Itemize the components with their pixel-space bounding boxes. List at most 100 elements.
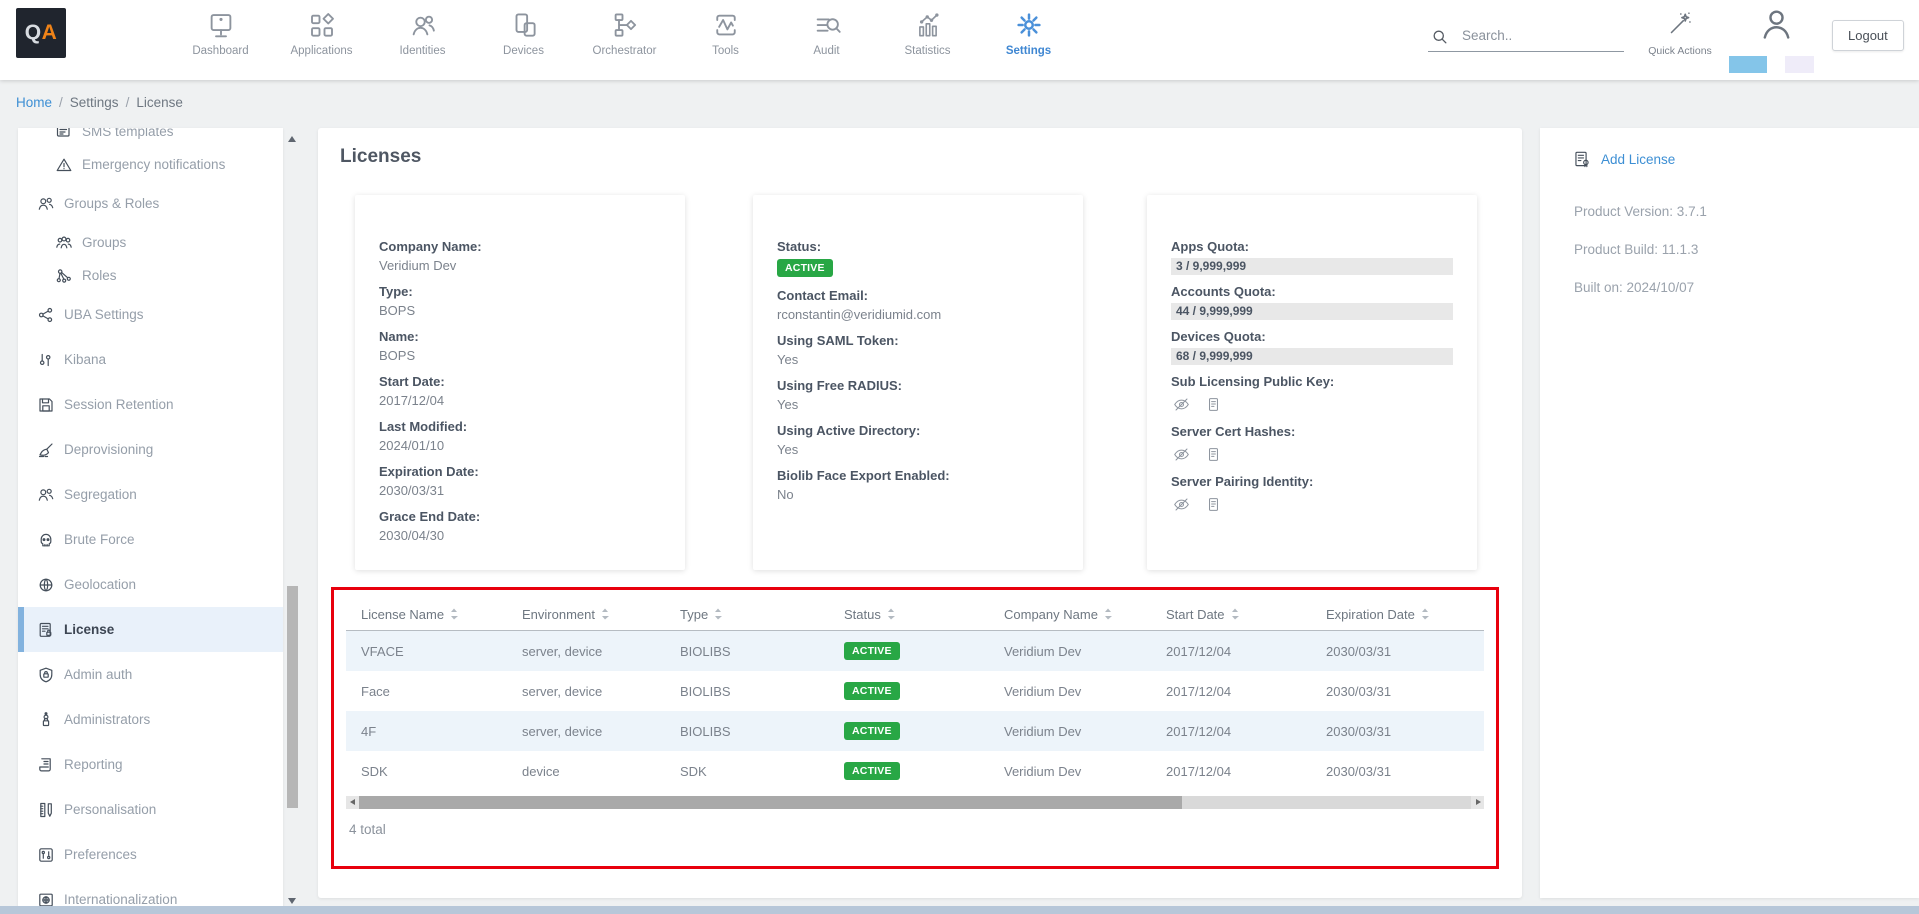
cell-environment: server, device [522,684,680,699]
column-header-environment[interactable]: Environment [522,607,680,622]
sidebar-scrollbar-thumb[interactable] [287,586,298,808]
reveal-eye-off-icon[interactable] [1173,446,1190,463]
user-color-chip-lavender[interactable] [1785,56,1814,73]
sidebar-item-uba-settings[interactable]: UBA Settings [18,292,283,337]
nav-item-tools[interactable]: Tools [675,7,776,73]
cell-company-name: Veridium Dev [1004,684,1166,699]
cell-license-name: SDK [361,764,522,779]
reveal-eye-off-icon[interactable] [1173,496,1190,513]
licenses-panel: Licenses Company Name:Veridium DevType:B… [318,128,1522,898]
column-header-company-name[interactable]: Company Name [1004,607,1166,622]
quota-bar: 68 / 9,999,999 [1171,348,1453,365]
field-using-active-directory: Using Active Directory:Yes [777,423,1059,457]
sort-arrows-icon [450,608,458,620]
table-row-sdk[interactable]: SDKdeviceSDKACTIVEVeridium Dev2017/12/04… [346,751,1484,791]
brand-logo[interactable]: QA [16,8,66,58]
field-apps-quota: Apps Quota:3 / 9,999,999 [1171,239,1453,275]
sidebar-item-admin-auth[interactable]: Admin auth [18,652,283,697]
sidebar-item-label: Deprovisioning [64,442,153,457]
copy-clipboard-icon[interactable] [1205,496,1222,513]
table-row-vface[interactable]: VFACEserver, deviceBIOLIBSACTIVEVeridium… [346,631,1484,671]
cell-type: BIOLIBS [680,684,844,699]
sidebar-item-session-retention[interactable]: Session Retention [18,382,283,427]
hscroll-left-arrow-icon[interactable] [346,796,359,809]
sidebar-item-administrators[interactable]: Administrators [18,697,283,742]
field-value: BOPS [379,303,661,318]
session-retention-icon [37,396,55,414]
copy-clipboard-icon[interactable] [1205,396,1222,413]
hscroll-track[interactable] [359,796,1471,809]
field-label: Last Modified: [379,419,661,434]
copy-clipboard-icon[interactable] [1205,446,1222,463]
table-row-face[interactable]: Faceserver, deviceBIOLIBSACTIVEVeridium … [346,671,1484,711]
column-header-start-date[interactable]: Start Date [1166,607,1326,622]
field-label: Using Active Directory: [777,423,1059,438]
logout-button[interactable]: Logout [1832,20,1904,51]
field-label: Sub Licensing Public Key: [1171,374,1453,389]
column-header-label: License Name [361,607,444,622]
nav-item-label: Applications [290,45,352,57]
search-input[interactable] [1428,24,1624,52]
sidebar-item-preferences[interactable]: Preferences [18,832,283,877]
hscroll-thumb[interactable] [359,796,1182,809]
scroll-up-arrow-icon[interactable] [288,136,296,142]
sidebar-scrollbar [286,128,299,914]
sidebar-item-license[interactable]: License [18,607,283,652]
column-header-expiration-date[interactable]: Expiration Date [1326,607,1484,622]
sidebar-item-label: UBA Settings [64,307,144,322]
add-license-button[interactable]: Add License [1573,150,1919,169]
sidebar-item-brute-force[interactable]: Brute Force [18,517,283,562]
scroll-down-arrow-icon[interactable] [288,898,296,904]
hscroll-right-arrow-icon[interactable] [1471,796,1484,809]
nav-item-applications[interactable]: Applications [271,7,372,73]
reveal-eye-off-icon[interactable] [1173,396,1190,413]
breadcrumb-item-settings[interactable]: Settings [70,95,119,110]
deprovisioning-icon [37,441,55,459]
column-header-license-name[interactable]: License Name [361,607,522,622]
cell-environment: device [522,764,680,779]
cell-license-name: 4F [361,724,522,739]
sidebar-item-label: License [64,622,114,637]
table-row-4f[interactable]: 4Fserver, deviceBIOLIBSACTIVEVeridium De… [346,711,1484,751]
sidebar-item-groups[interactable]: Groups [18,226,283,259]
preferences-icon [37,846,55,864]
sidebar-item-kibana[interactable]: Kibana [18,337,283,382]
nav-item-settings[interactable]: Settings [978,7,1079,73]
sidebar-item-sms-templates[interactable]: SMS templates [18,128,283,148]
license-quota-card: Apps Quota:3 / 9,999,999Accounts Quota:4… [1147,195,1477,570]
devices-icon [509,10,539,40]
user-color-chip-blue[interactable] [1729,56,1767,73]
sidebar-item-label: Personalisation [64,802,156,817]
field-label: Contact Email: [777,288,1059,303]
sidebar-item-segregation[interactable]: Segregation [18,472,283,517]
column-header-status[interactable]: Status [844,607,1004,622]
sidebar-item-geolocation[interactable]: Geolocation [18,562,283,607]
field-server-cert-hashes: Server Cert Hashes: [1171,424,1453,463]
geolocation-icon [37,576,55,594]
sidebar-item-emergency-notifications[interactable]: Emergency notifications [18,148,283,181]
sidebar-item-roles[interactable]: Roles [18,259,283,292]
sidebar-item-deprovisioning[interactable]: Deprovisioning [18,427,283,472]
nav-item-dashboard[interactable]: Dashboard [170,7,271,73]
nav-item-statistics[interactable]: Statistics [877,7,978,73]
breadcrumb-item-home[interactable]: Home [16,95,52,110]
sidebar-item-reporting[interactable]: Reporting [18,742,283,787]
sidebar-item-groups-roles[interactable]: Groups & Roles [18,181,283,226]
field-label: Type: [379,284,661,299]
breadcrumb-item-license[interactable]: License [136,95,183,110]
add-license-icon [1573,150,1592,169]
column-header-label: Type [680,607,708,622]
cell-expiration-date: 2030/03/31 [1326,764,1484,779]
nav-item-devices[interactable]: Devices [473,7,574,73]
cell-start-date: 2017/12/04 [1166,684,1326,699]
sidebar-item-label: Segregation [64,487,137,502]
nav-item-label: Audit [813,45,839,57]
field-label: Company Name: [379,239,661,254]
user-avatar-icon[interactable] [1757,5,1796,44]
column-header-type[interactable]: Type [680,607,844,622]
sidebar-item-personalisation[interactable]: Personalisation [18,787,283,832]
nav-item-identities[interactable]: Identities [372,7,473,73]
nav-item-audit[interactable]: Audit [776,7,877,73]
quick-actions-button[interactable]: Quick Actions [1638,10,1722,57]
nav-item-orchestrator[interactable]: Orchestrator [574,7,675,73]
